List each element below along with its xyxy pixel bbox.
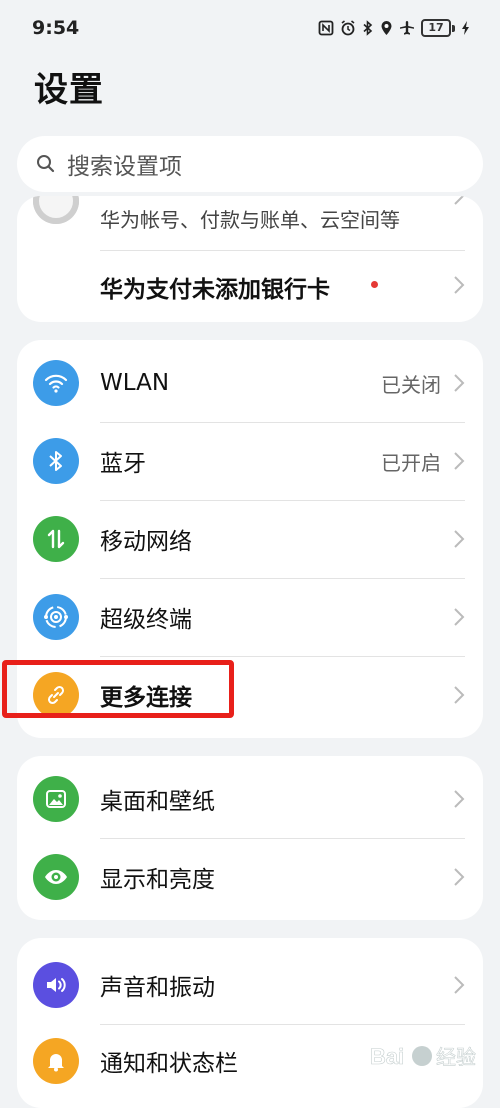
notification-dot <box>371 281 378 288</box>
settings-item-label: 蓝牙 <box>100 451 146 477</box>
alarm-icon <box>341 20 355 36</box>
bell-icon <box>33 1038 79 1084</box>
battery-indicator: 17 <box>421 19 455 37</box>
account-card: 华为帐号、付款与账单、云空间等 华为支付未添加银行卡 <box>17 196 483 322</box>
connectivity-card: WLAN 已关闭 蓝牙 已开启 移动网络 超级终端 更多连接 <box>17 340 483 738</box>
avatar <box>33 196 79 224</box>
settings-item-label: WLAN <box>100 370 170 396</box>
bluetooth-status-icon <box>363 20 373 36</box>
chevron-right-icon <box>454 976 465 994</box>
page-title: 设置 <box>34 70 104 110</box>
search-icon <box>37 155 55 173</box>
settings-item-more-connections[interactable]: 更多连接 <box>17 656 483 734</box>
charging-icon <box>462 21 469 35</box>
chevron-right-icon <box>454 374 465 392</box>
settings-item-label: 通知和状态栏 <box>100 1051 238 1077</box>
search-input[interactable]: 搜索设置项 <box>17 136 483 192</box>
bluetooth-icon <box>33 438 79 484</box>
wallet-row[interactable]: 华为支付未添加银行卡 <box>17 248 483 322</box>
chevron-right-icon <box>454 452 465 470</box>
settings-item-wlan[interactable]: WLAN 已关闭 <box>17 344 483 422</box>
airplane-icon <box>400 21 414 35</box>
chevron-right-icon <box>454 196 465 205</box>
speaker-icon <box>33 962 79 1008</box>
watermark: Bai 经验 <box>370 1036 490 1076</box>
settings-item-bluetooth[interactable]: 蓝牙 已开启 <box>17 422 483 500</box>
account-subtitle: 华为帐号、付款与账单、云空间等 <box>100 208 400 232</box>
status-time: 9:54 <box>32 17 80 39</box>
status-bar: 9:54 17 <box>0 0 500 56</box>
super-device-icon <box>33 594 79 640</box>
nfc-icon <box>318 20 334 36</box>
battery-tip <box>452 24 455 32</box>
settings-item-value: 已关闭 <box>381 372 441 397</box>
location-icon <box>381 21 392 35</box>
settings-item-mobile-network[interactable]: 移动网络 <box>17 500 483 578</box>
settings-item-wallpaper[interactable]: 桌面和壁纸 <box>17 760 483 838</box>
account-row[interactable]: 华为帐号、付款与账单、云空间等 <box>17 196 483 256</box>
search-placeholder: 搜索设置项 <box>67 154 182 180</box>
svg-text:经验: 经验 <box>436 1045 476 1069</box>
chevron-right-icon <box>454 608 465 626</box>
wallpaper-icon <box>33 776 79 822</box>
settings-item-label: 超级终端 <box>100 607 192 633</box>
settings-item-display-brightness[interactable]: 显示和亮度 <box>17 838 483 916</box>
chevron-right-icon <box>454 276 465 294</box>
settings-item-label: 桌面和壁纸 <box>100 789 215 815</box>
settings-item-label: 更多连接 <box>100 685 192 711</box>
link-icon <box>33 672 79 718</box>
status-icons: 17 <box>318 19 470 37</box>
mobile-data-icon <box>33 516 79 562</box>
watermark-logo-icon: Bai 经验 <box>370 1044 477 1070</box>
settings-item-value: 已开启 <box>381 450 441 475</box>
settings-item-sound-vibration[interactable]: 声音和振动 <box>17 946 483 1024</box>
display-card: 桌面和壁纸 显示和亮度 <box>17 756 483 920</box>
sound-card: 声音和振动 通知和状态栏 <box>17 938 483 1108</box>
settings-item-super-device[interactable]: 超级终端 <box>17 578 483 656</box>
wifi-icon <box>33 360 79 406</box>
svg-text:Bai: Bai <box>370 1044 404 1069</box>
eye-icon <box>33 854 79 900</box>
battery-level: 17 <box>421 19 451 37</box>
chevron-right-icon <box>454 868 465 886</box>
wallet-label: 华为支付未添加银行卡 <box>100 277 330 303</box>
chevron-right-icon <box>454 530 465 548</box>
settings-item-label: 移动网络 <box>100 529 192 555</box>
settings-item-label: 显示和亮度 <box>100 867 215 893</box>
settings-item-label: 声音和振动 <box>100 975 215 1001</box>
chevron-right-icon <box>454 686 465 704</box>
chevron-right-icon <box>454 790 465 808</box>
